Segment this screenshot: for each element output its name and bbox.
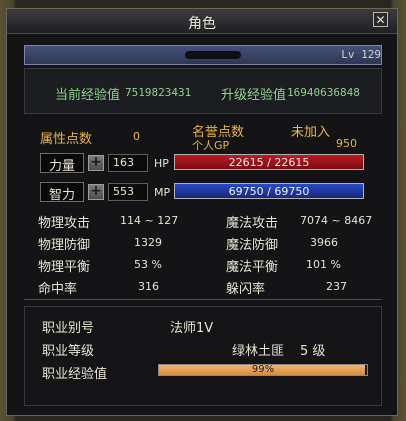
intelligence-plus-button[interactable]: + — [88, 184, 104, 200]
stat-value: 114 ~ 127 — [120, 214, 179, 227]
job-exp-text: 99% — [251, 364, 275, 375]
hp-text: 22615 / 22615 — [228, 156, 310, 169]
name-redaction — [185, 51, 241, 59]
mp-text: 69750 / 69750 — [228, 185, 310, 198]
job-exp-bar: 99% — [158, 364, 368, 376]
gp-value: 950 — [336, 137, 357, 150]
job-level-name: 绿林土匪 — [232, 344, 285, 359]
job-level-value: 5 级 — [300, 344, 326, 359]
strength-label-box: 力量 — [40, 153, 84, 174]
job-alias-value: 法师1V — [170, 321, 214, 336]
stat-label: 躲闪率 — [226, 282, 266, 297]
mp-label: MP — [154, 186, 171, 199]
mp-bar: 69750 / 69750 — [174, 183, 364, 199]
gp-label: 个人GP — [192, 139, 230, 152]
title-bar[interactable]: 角色 ✕ — [7, 9, 397, 34]
stat-label: 魔法平衡 — [226, 260, 279, 275]
stat-value: 1329 — [134, 236, 162, 249]
stat-value: 101 % — [306, 258, 341, 271]
job-exp-label: 职业经验值 — [42, 367, 108, 382]
intelligence-label: 智力 — [49, 188, 76, 203]
stat-label: 物理平衡 — [38, 260, 91, 275]
job-alias-label: 职业别号 — [42, 321, 95, 336]
current-exp-value: 7519823431 — [125, 86, 192, 99]
stat-value: 316 — [138, 280, 159, 293]
exp-panel: 当前经验值 7519823431 升级经验值 16940636848 — [24, 68, 382, 114]
divider — [24, 299, 382, 300]
stat-label: 物理防御 — [38, 238, 91, 253]
attr-points-label: 属性点数 — [40, 132, 93, 147]
upgrade-exp-label: 升级经验值 — [221, 88, 287, 103]
hp-bar: 22615 / 22615 — [174, 154, 364, 170]
stat-value: 237 — [326, 280, 347, 293]
strength-value: 163 — [108, 154, 148, 172]
character-name-bar: Lv 129 — [24, 45, 382, 65]
stat-label: 魔法攻击 — [226, 216, 279, 231]
stat-label: 命中率 — [38, 282, 78, 297]
intelligence-label-box: 智力 — [40, 182, 84, 203]
stat-value: 53 % — [134, 258, 162, 271]
stat-label: 物理攻击 — [38, 216, 91, 231]
stat-label: 魔法防御 — [226, 238, 279, 253]
job-level-label: 职业等级 — [42, 344, 95, 359]
intelligence-value: 553 — [108, 183, 148, 201]
window-title: 角色 — [188, 16, 216, 32]
hp-label: HP — [154, 157, 169, 170]
stat-value: 3966 — [310, 236, 338, 249]
current-exp-label: 当前经验值 — [55, 88, 121, 103]
attr-points-value: 0 — [133, 130, 140, 143]
guild-status: 未加入 — [291, 125, 331, 140]
strength-plus-button[interactable]: + — [88, 155, 104, 171]
stat-value: 7074 ~ 8467 — [300, 214, 373, 227]
strength-label: 力量 — [49, 159, 76, 174]
character-level: Lv 129 — [341, 48, 381, 61]
close-button[interactable]: ✕ — [373, 12, 388, 27]
upgrade-exp-value: 16940636848 — [287, 86, 360, 99]
